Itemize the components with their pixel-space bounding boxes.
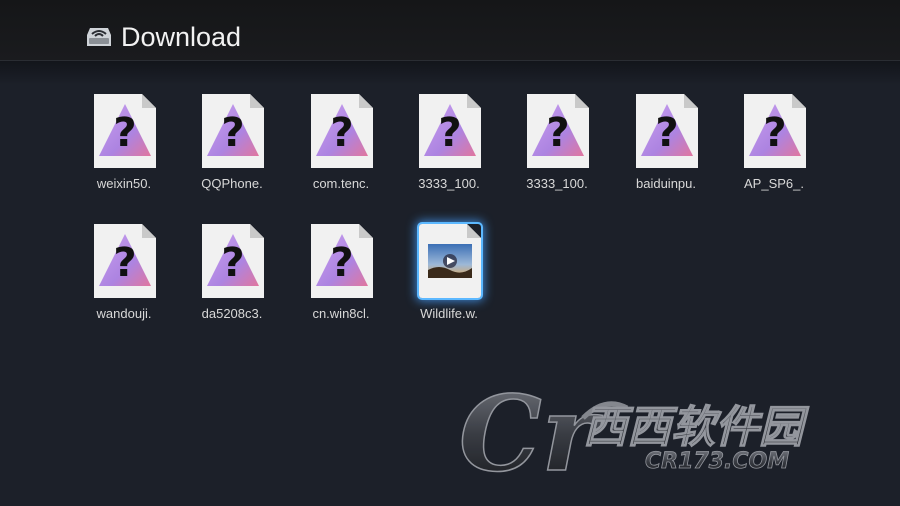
watermark-logo: Cr 西西软件园 CR173.COM [458,378,810,490]
file-item[interactable]: ? 3333_100. [497,88,617,216]
file-item[interactable]: ? AP_SP6_. [714,88,834,216]
watermark-domain: CR173.COM [645,449,789,474]
download-drive-icon [87,28,111,46]
video-file-icon [419,224,481,298]
file-item[interactable]: ? da5208c3. [172,218,292,346]
page-title: Download [121,22,242,52]
svg-text:?: ? [113,110,136,156]
file-label: 3333_100. [526,176,588,191]
file-item[interactable]: ? baiduinpu. [606,88,726,216]
unknown-file-icon: ? [311,94,373,168]
svg-text:?: ? [763,110,786,156]
file-label: QQPhone. [201,176,263,191]
unknown-file-icon: ? [527,94,589,168]
svg-text:?: ? [330,110,353,156]
file-label: wandouji. [96,306,152,321]
file-item[interactable]: ? cn.win8cl. [281,218,401,346]
file-label: weixin50. [96,176,152,191]
file-label: 3333_100. [418,176,480,191]
svg-text:?: ? [113,240,136,286]
file-label: com.tenc. [312,176,370,191]
svg-text:?: ? [221,240,244,286]
title-bar: Download [0,0,900,61]
file-item[interactable]: ? 3333_100. [389,88,509,216]
file-label: cn.win8cl. [312,306,370,321]
unknown-file-icon: ? [202,94,264,168]
svg-text:?: ? [221,110,244,156]
svg-text:?: ? [655,110,678,156]
unknown-file-icon: ? [94,224,156,298]
unknown-file-icon: ? [636,94,698,168]
svg-text:?: ? [330,240,353,286]
svg-text:?: ? [438,110,461,156]
header-shadow [0,61,900,85]
file-label: baiduinpu. [636,176,696,191]
unknown-file-icon: ? [744,94,806,168]
file-label: Wildlife.w. [420,306,478,321]
watermark-chinese: 西西软件园 [583,402,810,453]
file-item[interactable]: ? QQPhone. [172,88,292,216]
file-item[interactable]: Wildlife.w. [389,218,509,346]
unknown-file-icon: ? [419,94,481,168]
file-item[interactable]: ? com.tenc. [281,88,401,216]
unknown-file-icon: ? [202,224,264,298]
file-label: AP_SP6_. [744,176,804,191]
file-item[interactable]: ? wandouji. [64,218,184,346]
file-item[interactable]: ? weixin50. [64,88,184,216]
file-label: da5208c3. [201,306,263,321]
unknown-file-icon: ? [94,94,156,168]
svg-text:?: ? [546,110,569,156]
unknown-file-icon: ? [311,224,373,298]
